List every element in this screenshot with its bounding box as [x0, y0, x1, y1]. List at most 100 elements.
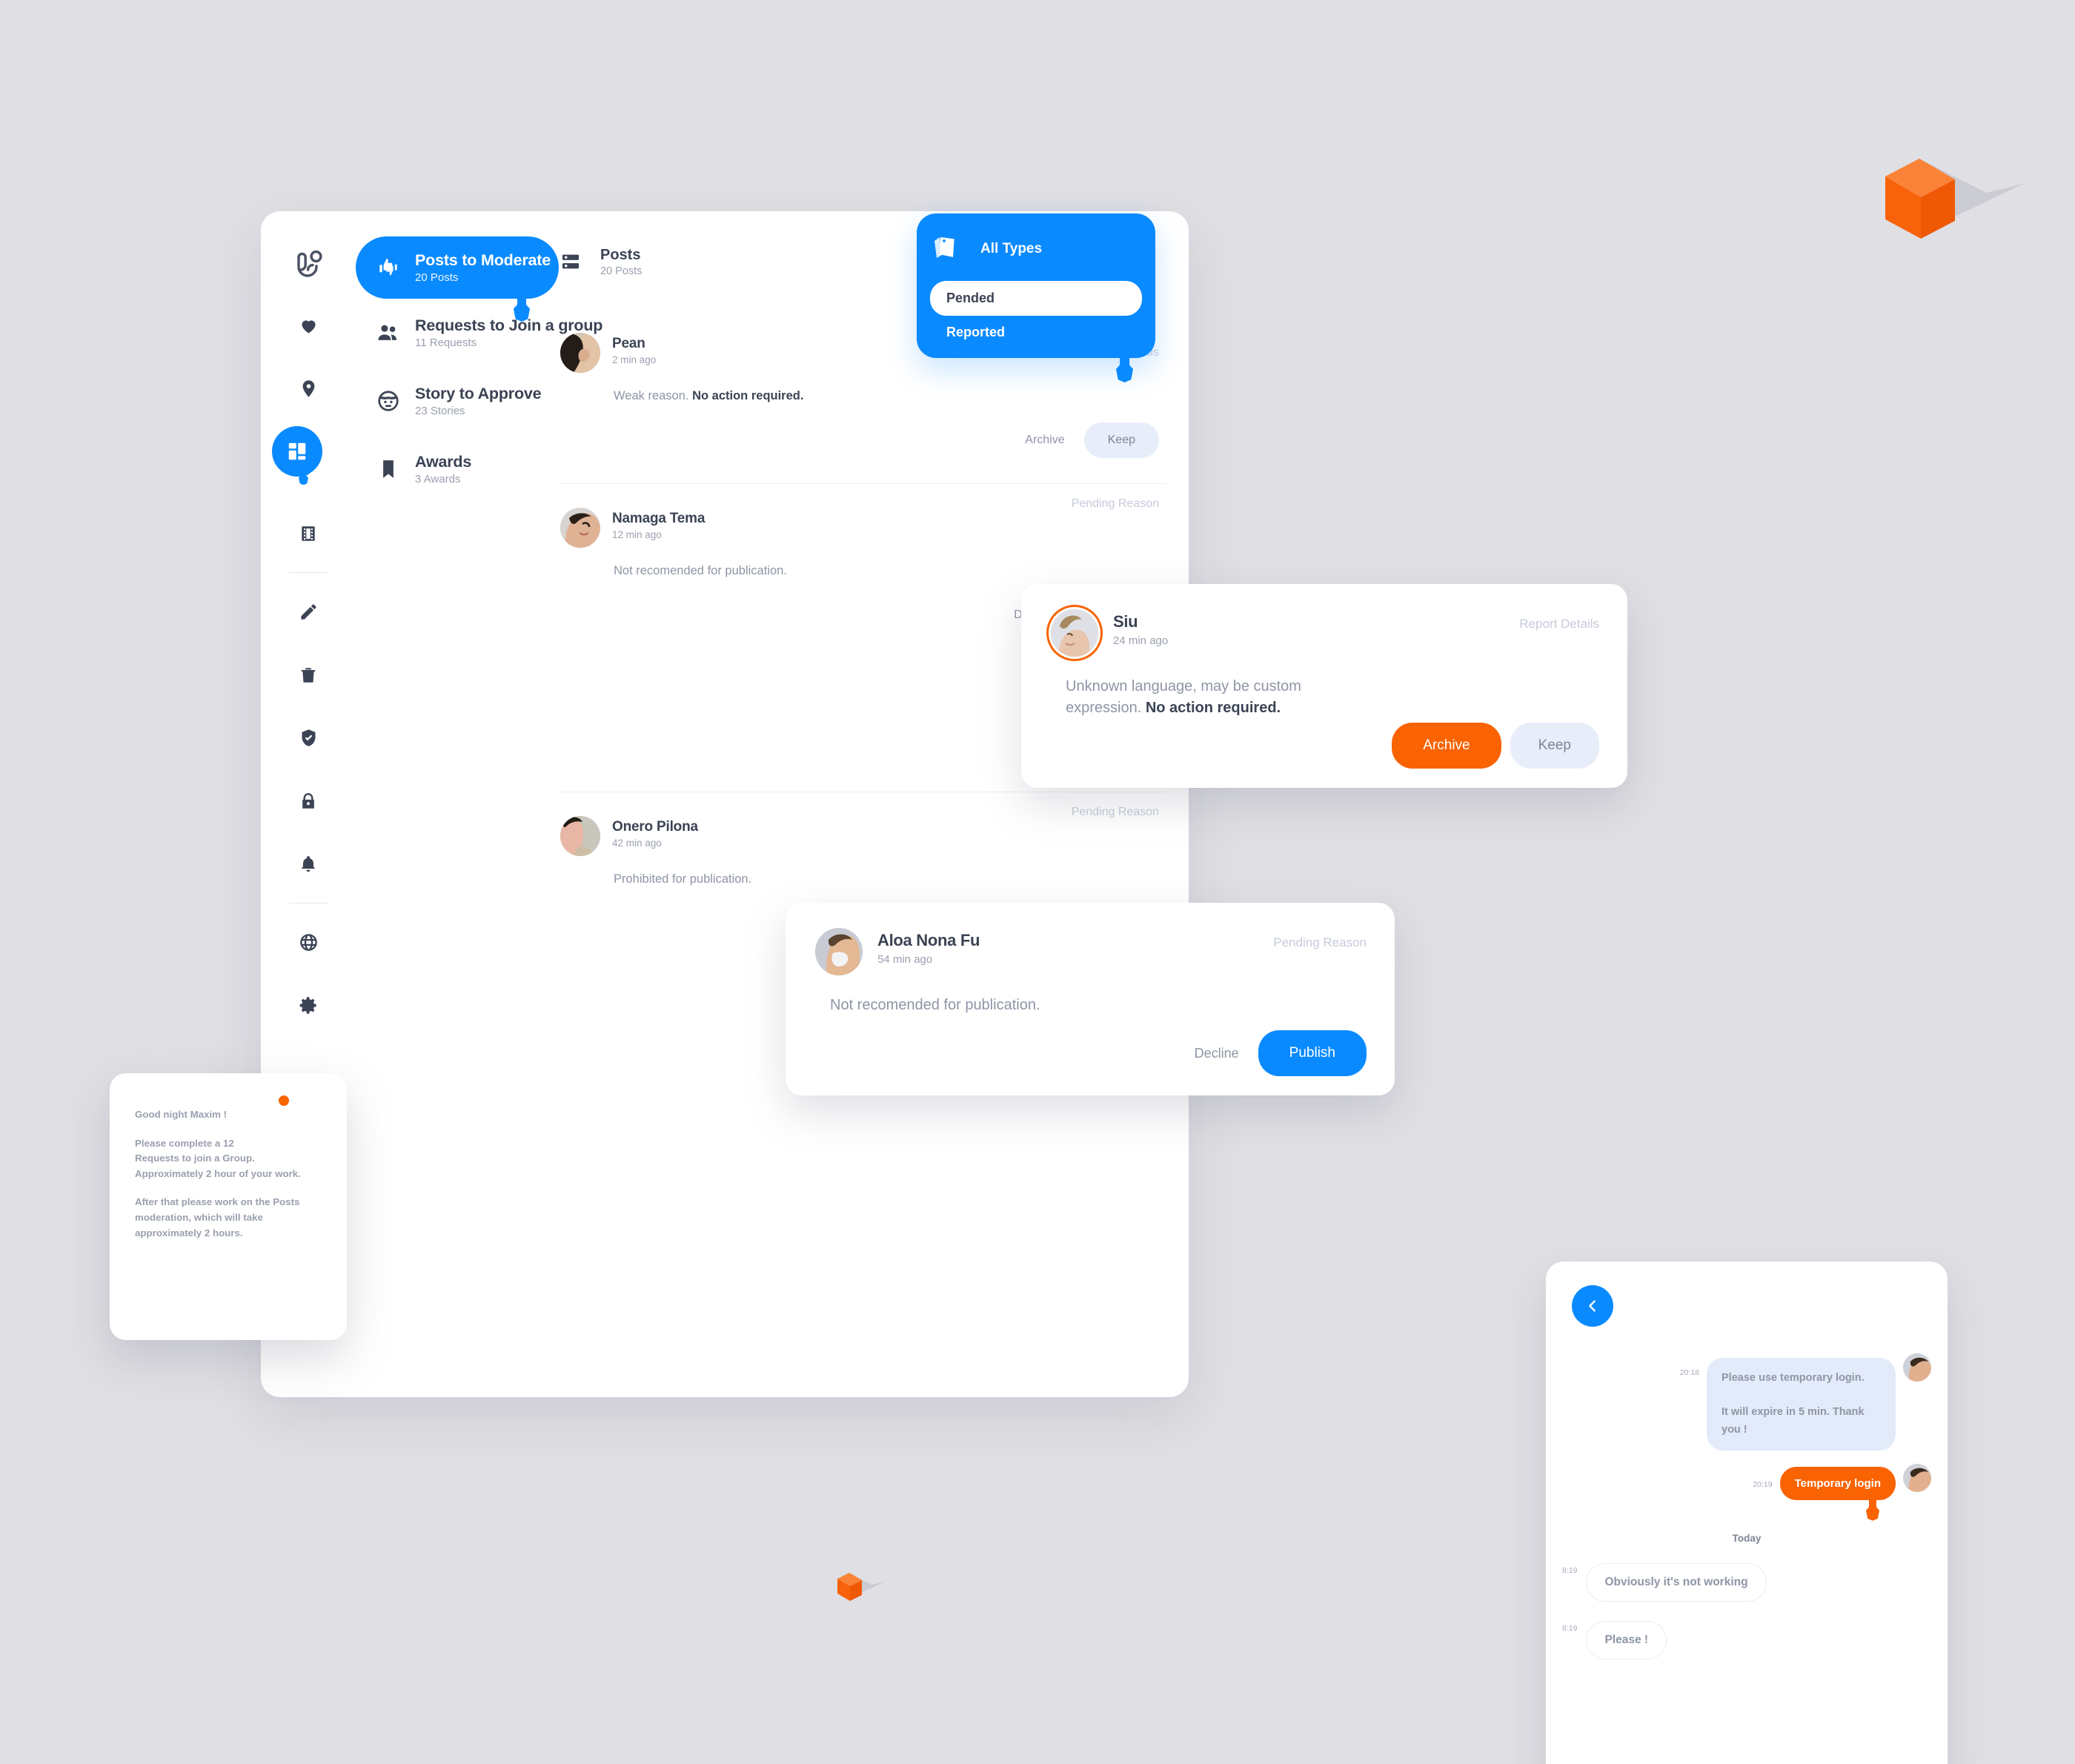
post-body-muted: Prohibited for publication. [614, 872, 752, 886]
card-author: Aloa Nona Fu [877, 931, 980, 949]
card-timestamp: 24 min ago [1113, 634, 1169, 647]
note-card: Good night Maxim ! Please complete a 12 … [110, 1073, 347, 1340]
decline-button[interactable]: Decline [1184, 1032, 1249, 1075]
sidebar-item-heart[interactable] [261, 294, 356, 357]
app-logo-icon[interactable] [261, 236, 356, 294]
server-list-icon [560, 251, 590, 272]
sidebar-item-location[interactable] [261, 357, 356, 420]
nav-item-story-to-approve[interactable]: Story to Approve 23 Stories [356, 367, 542, 435]
card-body: Not recomended for publication. [830, 997, 1040, 1013]
card-body: Unknown language, may be custom expressi… [1066, 676, 1377, 719]
shield-check-icon [302, 729, 315, 746]
rail-divider [289, 572, 328, 573]
nav-item-posts-to-moderate[interactable]: Posts to Moderate 20 Posts [356, 236, 559, 308]
avatar [560, 816, 600, 856]
publish-button[interactable]: Publish [1258, 1030, 1367, 1076]
cards-stack-icon [933, 233, 960, 265]
sidebar-item-lock[interactable] [261, 769, 356, 832]
post-author: Pean [612, 336, 645, 351]
post-actions: Archive Keep [560, 422, 1166, 458]
list-item: 8:19 Please ! [1562, 1620, 1931, 1659]
note-task-2: After that please work on the Posts mode… [135, 1196, 300, 1239]
chat-day-divider: Today [1732, 1532, 1762, 1544]
status-badge[interactable]: Pending Reason [1273, 935, 1367, 950]
chat-message-list: 20:18 Please use temporary login. It wil… [1546, 1353, 1948, 1764]
app-window: Posts to Moderate 20 Posts Requests to J… [261, 211, 1189, 1397]
sidebar-item-settings[interactable] [261, 974, 356, 1037]
dropdown-selected-option[interactable]: Pended [930, 281, 1142, 316]
avatar [560, 333, 600, 373]
card-author: Siu [1113, 612, 1138, 631]
content-title: Posts [600, 246, 641, 263]
card-timestamp: 54 min ago [877, 953, 933, 966]
all-types-label: All Types [980, 240, 1043, 256]
archive-button[interactable]: Archive [1013, 423, 1076, 457]
post-timestamp: 2 min ago [612, 354, 657, 365]
archive-button[interactable]: Archive [1392, 723, 1501, 769]
trash-icon [301, 667, 316, 683]
avatar [1903, 1353, 1931, 1382]
gear-icon [299, 997, 316, 1014]
post-body-muted: Weak reason. [614, 389, 693, 402]
avatar [560, 508, 600, 548]
sidebar-item-edit[interactable] [261, 580, 356, 643]
moderation-card-siu: Siu 24 min ago Report Details Unknown la… [1021, 584, 1627, 788]
nav-sub: 23 Stories [415, 405, 465, 418]
status-badge[interactable]: Report Details [1519, 617, 1599, 631]
chevron-left-icon [1589, 1300, 1596, 1312]
list-item: 8:19 Obviously it's not working [1562, 1562, 1931, 1602]
chat-panel: 20:18 Please use temporary login. It wil… [1546, 1261, 1948, 1764]
sidebar-item-dashboard[interactable] [261, 420, 356, 502]
list-item: 20:19 Temporary login [1562, 1463, 1931, 1508]
back-button[interactable] [1572, 1285, 1613, 1327]
pencil-edit-icon [300, 604, 316, 620]
nav-title: Story to Approve [415, 384, 542, 402]
note-task-1: Please complete a 12 Requests to join a … [135, 1137, 301, 1179]
post-author: Onero Pilona [612, 819, 698, 835]
sidebar-item-media[interactable] [261, 502, 356, 565]
dashboard-icon [288, 442, 306, 460]
post-body: Not recomended for publication. [614, 564, 1166, 578]
card-actions: Archive Keep [1392, 723, 1599, 769]
post-author: Namaga Tema [612, 511, 706, 526]
message-time: 20:18 [1679, 1368, 1699, 1377]
film-strip-icon [302, 525, 315, 541]
message-bubble-outgoing: Obviously it's not working [1586, 1562, 1767, 1602]
avatar [1903, 1463, 1931, 1492]
message-bubble-orange: Temporary login [1779, 1466, 1896, 1508]
face-icon [369, 389, 408, 413]
globe-icon [299, 934, 317, 951]
nav-item-requests-to-join[interactable]: Requests to Join a group 11 Requests [356, 299, 602, 367]
content-subtitle: 20 Posts [600, 265, 643, 277]
message-bubble-incoming: Please use temporary login. It will expi… [1707, 1358, 1896, 1450]
avatar [1051, 609, 1098, 657]
keep-button[interactable]: Keep [1510, 723, 1599, 769]
all-types-dropdown[interactable]: All Types Pended Reported [917, 213, 1155, 367]
moderation-card-aloa: Aloa Nona Fu 54 min ago Pending Reason N… [786, 903, 1395, 1095]
avatar [815, 928, 863, 975]
post-timestamp: 12 min ago [612, 529, 662, 540]
card-actions: Decline Publish [1184, 1030, 1367, 1076]
lock-icon [302, 792, 314, 809]
message-bubble-outgoing: Please ! [1586, 1620, 1667, 1659]
nav-title: Awards [415, 452, 472, 471]
sidebar-item-notifications[interactable] [261, 832, 356, 895]
list-item: 20:18 Please use temporary login. It wil… [1562, 1353, 1931, 1450]
message-time: 8:19 [1562, 1623, 1578, 1633]
post-timestamp: 42 min ago [612, 838, 662, 849]
nav-item-awards[interactable]: Awards 3 Awards [356, 435, 541, 503]
status-badge[interactable]: Pending Reason [1072, 806, 1159, 819]
sidebar-item-language[interactable] [261, 911, 356, 974]
people-icon [369, 321, 408, 345]
post-body: Prohibited for publication. [614, 872, 1166, 886]
nav-sub: 20 Posts [415, 271, 459, 285]
sidebar-item-security[interactable] [261, 706, 356, 769]
dropdown-option-reported[interactable]: Reported [917, 316, 1155, 340]
nav-sub: 3 Awards [415, 473, 461, 486]
status-badge[interactable]: Pending Reason [1072, 497, 1159, 511]
note-greeting: Good night Maxim ! [135, 1109, 228, 1120]
nav-title: Posts to Moderate [415, 251, 551, 269]
sidebar-item-trash[interactable] [261, 643, 356, 706]
keep-button[interactable]: Keep [1083, 422, 1159, 458]
card-body-bold: No action required. [1145, 700, 1281, 716]
